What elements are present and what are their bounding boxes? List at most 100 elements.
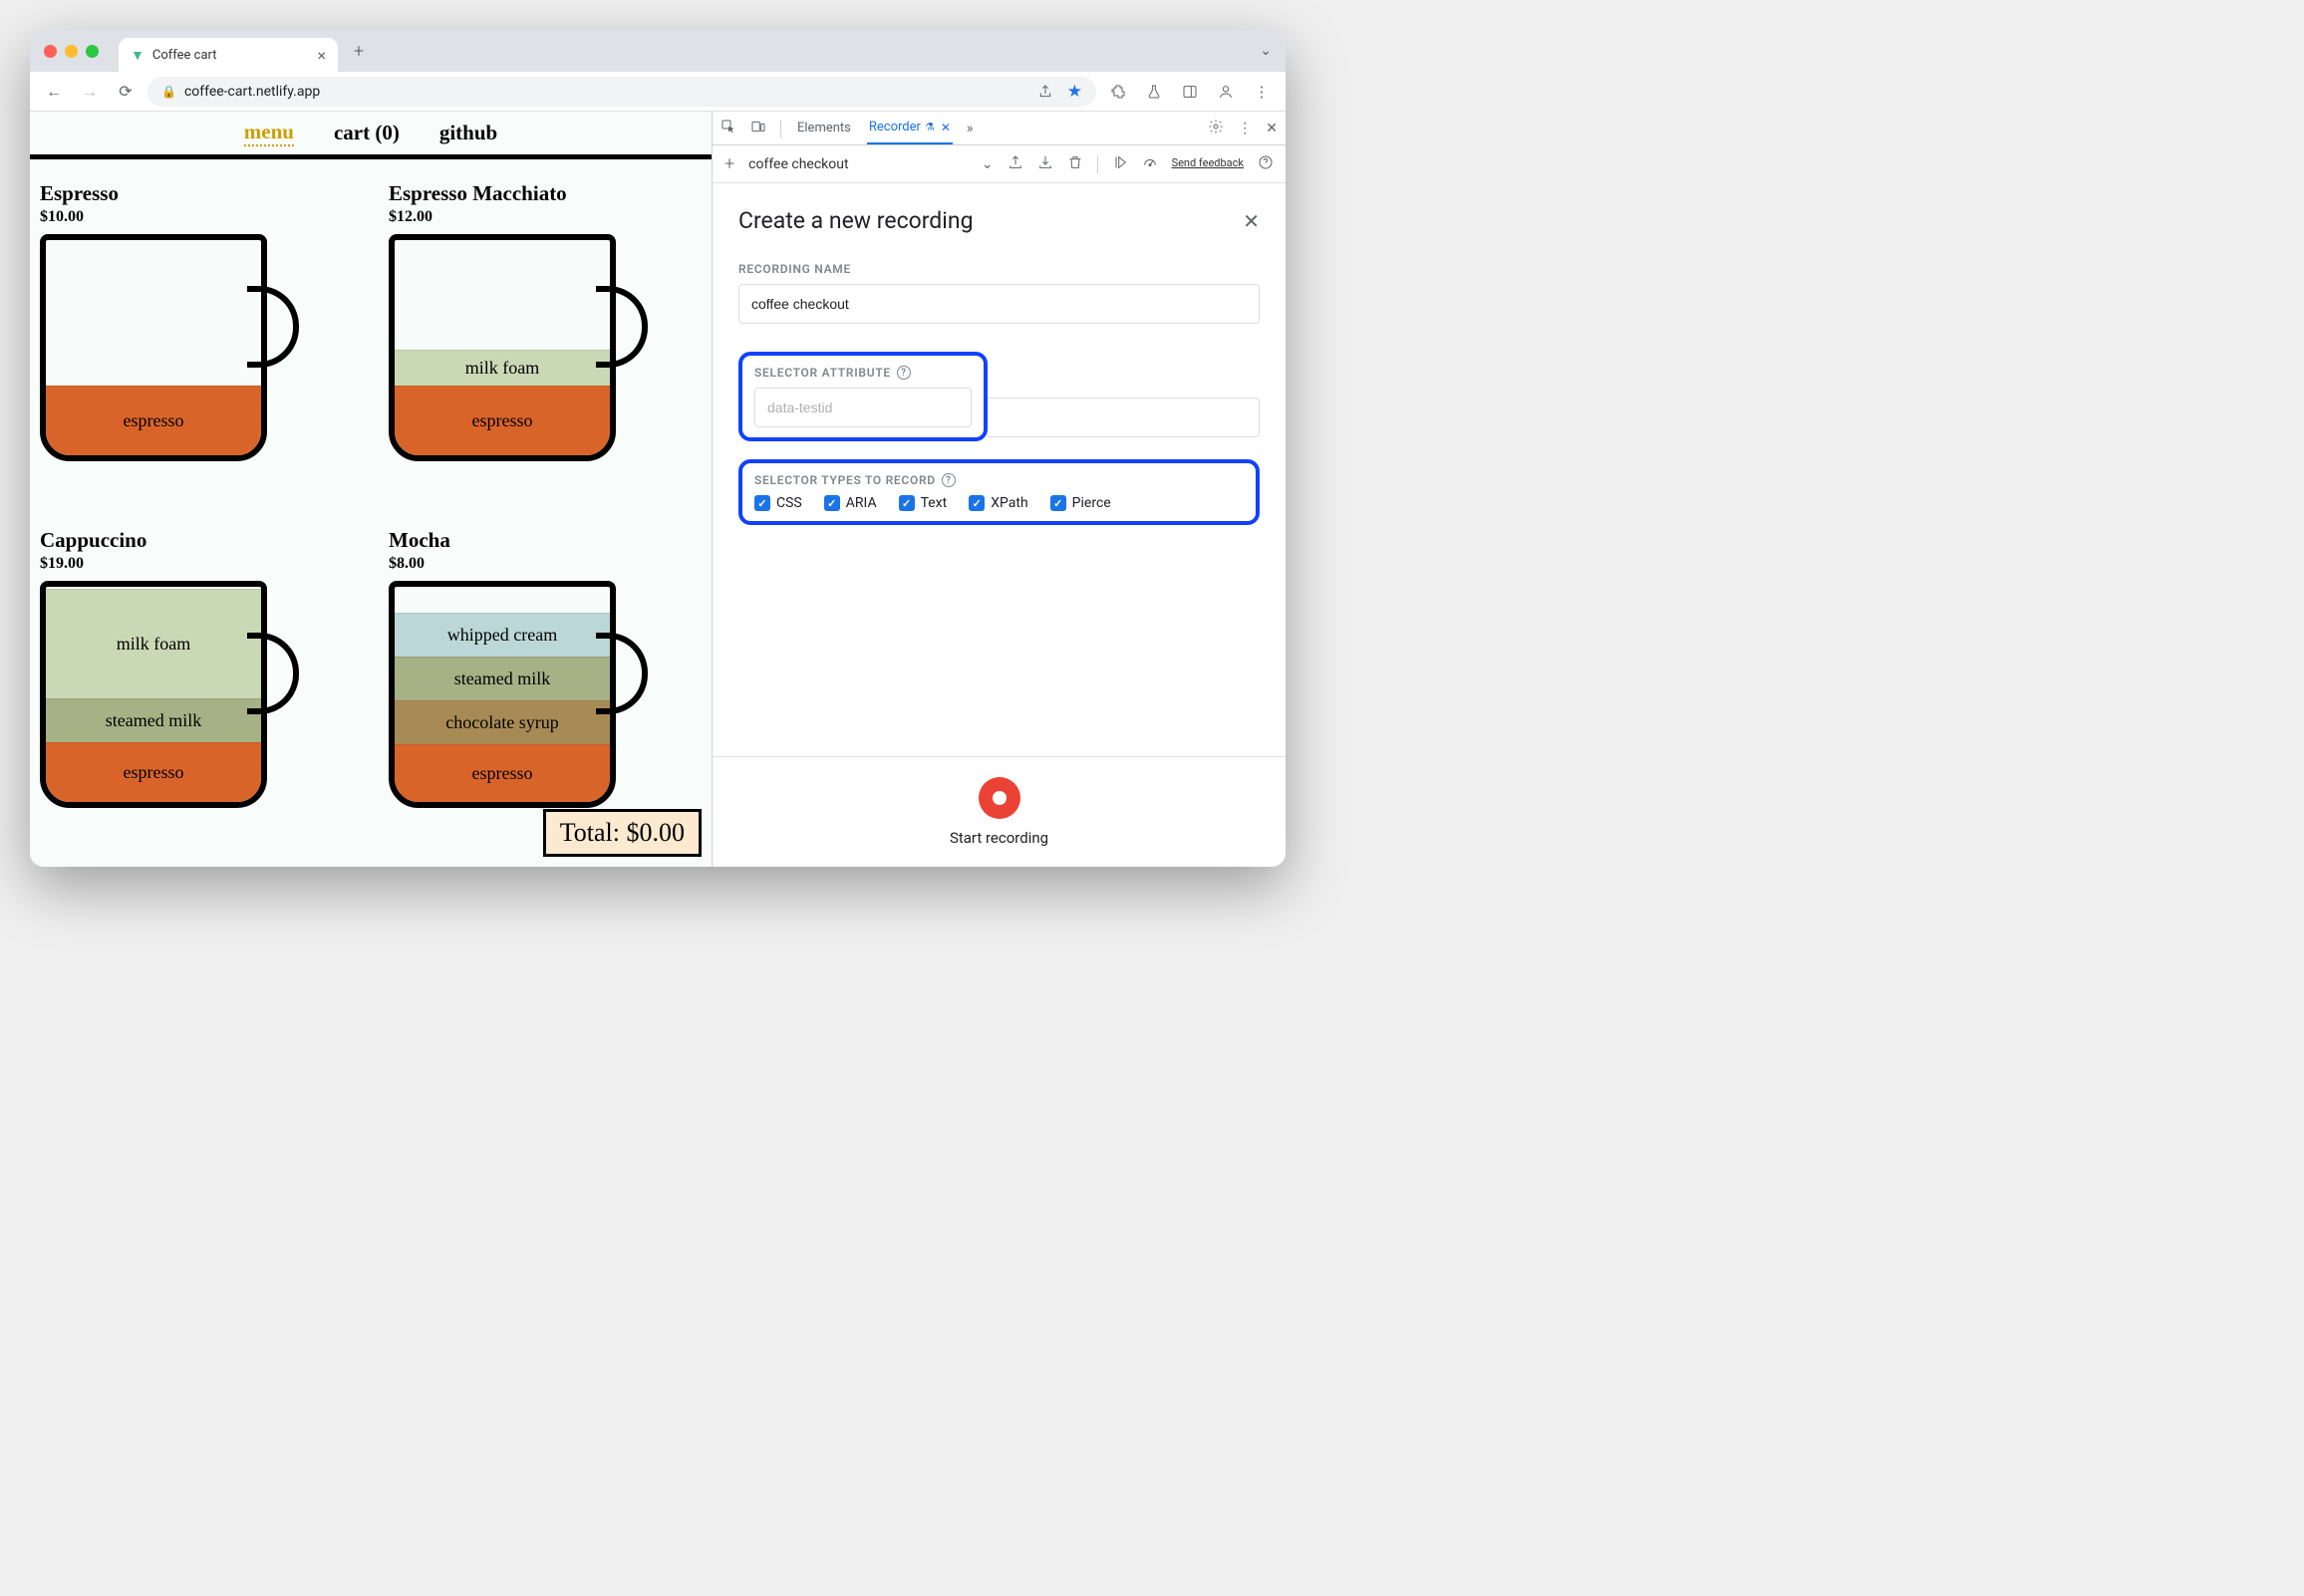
more-tabs-icon[interactable]: » (967, 121, 974, 136)
browser-window: ▼ Coffee cart × + ⌄ ← → ⟳ 🔒 coffee-cart.… (30, 30, 1286, 867)
checkbox-text-label: Text (921, 495, 948, 511)
side-panel-icon[interactable] (1176, 78, 1204, 106)
new-recording-button[interactable]: + (724, 153, 734, 174)
selector-types-highlight: SELECTOR TYPES TO RECORD ? ✓CSS ✓ARIA ✓ T… (738, 459, 1260, 525)
cup-body: milk foamsteamed milkespresso (40, 581, 267, 808)
cup-body: milk foamespresso (389, 234, 616, 461)
share-icon[interactable] (1031, 78, 1059, 106)
coffee-cup[interactable]: espresso (40, 234, 299, 461)
product-card[interactable]: Espresso $10.00 espresso (40, 181, 353, 510)
checkmark-icon: ✓ (824, 495, 840, 511)
product-name: Espresso (40, 181, 353, 206)
replay-icon[interactable] (1112, 154, 1128, 174)
checkbox-xpath[interactable]: ✓ XPath (969, 495, 1027, 511)
help-circle-icon[interactable]: ? (942, 473, 956, 487)
lock-icon: 🔒 (161, 85, 176, 99)
forward-button[interactable]: → (76, 78, 104, 106)
browser-tab[interactable]: ▼ Coffee cart × (119, 38, 338, 72)
nav-cart[interactable]: cart (0) (334, 121, 400, 145)
product-card[interactable]: Mocha$8.00whipped creamsteamed milkchoco… (389, 528, 702, 857)
checkbox-xpath-label: XPath (991, 495, 1027, 511)
checkbox-aria[interactable]: ✓ARIA (824, 495, 877, 511)
panel-heading: Create a new recording (738, 207, 973, 234)
send-feedback-link[interactable]: Send feedback (1172, 157, 1244, 169)
start-recording-label: Start recording (950, 829, 1048, 847)
extensions-icon[interactable] (1104, 78, 1132, 106)
reload-button[interactable]: ⟳ (112, 78, 140, 106)
recorder-body: Create a new recording ✕ RECORDING NAME … (713, 183, 1286, 756)
coffee-cup[interactable]: milk foamsteamed milkespresso (40, 581, 299, 808)
panel-close-button[interactable]: ✕ (1243, 209, 1260, 233)
devtools-menu-icon[interactable]: ⋮ (1238, 121, 1252, 136)
current-recording-name[interactable]: coffee checkout (748, 156, 848, 172)
url-field[interactable]: 🔒 coffee-cart.netlify.app ★ (147, 77, 1096, 107)
selector-attribute-input[interactable] (754, 388, 972, 427)
checkmark-icon: ✓ (969, 495, 985, 511)
checkbox-pierce[interactable]: ✓ Pierce (1050, 495, 1111, 511)
start-recording-button[interactable] (979, 777, 1020, 819)
inspect-element-icon[interactable] (720, 119, 736, 138)
products-grid: Espresso$10.00espressoEspresso Macchiato… (30, 159, 712, 867)
delete-icon[interactable] (1067, 154, 1083, 174)
window-maximize-button[interactable] (86, 45, 99, 58)
browser-menu-icon[interactable]: ⋮ (1248, 78, 1276, 106)
bookmark-star-icon[interactable]: ★ (1067, 82, 1082, 102)
checkmark-icon: ✓ (899, 495, 915, 511)
device-toolbar-icon[interactable] (750, 119, 766, 138)
window-minimize-button[interactable] (65, 45, 78, 58)
cup-handle (247, 286, 299, 368)
total-badge[interactable]: Total: $0.00 (543, 809, 702, 857)
url-text: coffee-cart.netlify.app (184, 84, 320, 100)
labs-icon[interactable] (1140, 78, 1168, 106)
coffee-cup[interactable]: milk foamespresso (389, 234, 648, 461)
selector-types-row: ✓CSS ✓ARIA ✓ Text ✓ XPath ✓ Pierce (754, 495, 1244, 511)
checkbox-css[interactable]: ✓CSS (754, 495, 802, 511)
product-card[interactable]: Cappuccino$19.00milk foamsteamed milkesp… (40, 528, 353, 857)
cup-layer: steamed milk (395, 657, 610, 700)
help-circle-icon[interactable]: ? (897, 366, 911, 380)
import-icon[interactable] (1037, 154, 1053, 174)
performance-icon[interactable] (1142, 154, 1158, 174)
cup-handle (596, 633, 648, 714)
product-price: $10.00 (40, 208, 353, 226)
devtools-panel: Elements Recorder ⚗ ✕ » ⋮ ✕ + coffee che… (712, 112, 1286, 867)
product-name: Espresso Macchiato (389, 181, 702, 206)
help-icon[interactable] (1258, 154, 1274, 174)
selector-types-label-text: SELECTOR TYPES TO RECORD (754, 473, 936, 487)
coffee-cup[interactable]: whipped creamsteamed milkchocolate syrup… (389, 581, 648, 808)
checkbox-text[interactable]: ✓ Text (899, 495, 948, 511)
selector-attribute-highlight: SELECTOR ATTRIBUTE ? (738, 352, 988, 441)
cup-body: espresso (40, 234, 267, 461)
selector-types-label: SELECTOR TYPES TO RECORD ? (754, 473, 1244, 487)
product-card[interactable]: Espresso Macchiato$12.00milk foamespress… (389, 181, 702, 510)
selector-attribute-label-text: SELECTOR ATTRIBUTE (754, 366, 891, 380)
checkmark-icon: ✓ (754, 495, 770, 511)
new-tab-button[interactable]: + (354, 41, 364, 62)
cup-layer: espresso (395, 744, 610, 802)
devtools-close-icon[interactable]: ✕ (1266, 121, 1278, 136)
cup-layer: whipped cream (395, 613, 610, 657)
tab-title: Coffee cart (152, 48, 217, 63)
checkbox-pierce-label: Pierce (1072, 495, 1111, 511)
cup-layer: espresso (395, 386, 610, 455)
recording-picker-chevron-icon[interactable]: ⌄ (982, 156, 994, 172)
cup-layer: chocolate syrup (395, 700, 610, 744)
tab-elements[interactable]: Elements (795, 112, 853, 144)
tab-close-button[interactable]: × (317, 46, 326, 65)
tab-recorder-close[interactable]: ✕ (941, 121, 951, 134)
export-icon[interactable] (1008, 154, 1023, 174)
profile-icon[interactable] (1212, 78, 1240, 106)
nav-menu[interactable]: menu (244, 120, 294, 146)
nav-github[interactable]: github (439, 121, 497, 145)
tabs-dropdown-button[interactable]: ⌄ (1260, 43, 1272, 59)
window-close-button[interactable] (44, 45, 57, 58)
titlebar: ▼ Coffee cart × + ⌄ (30, 30, 1286, 72)
back-button[interactable]: ← (40, 78, 68, 106)
selector-attribute-input-overflow[interactable] (988, 398, 1260, 437)
tab-recorder-label: Recorder (869, 120, 921, 134)
cup-handle (596, 286, 648, 368)
recording-name-input[interactable] (738, 284, 1260, 324)
devtools-settings-icon[interactable] (1208, 119, 1224, 138)
tab-recorder[interactable]: Recorder ⚗ ✕ (867, 112, 953, 144)
checkmark-icon: ✓ (1050, 495, 1066, 511)
